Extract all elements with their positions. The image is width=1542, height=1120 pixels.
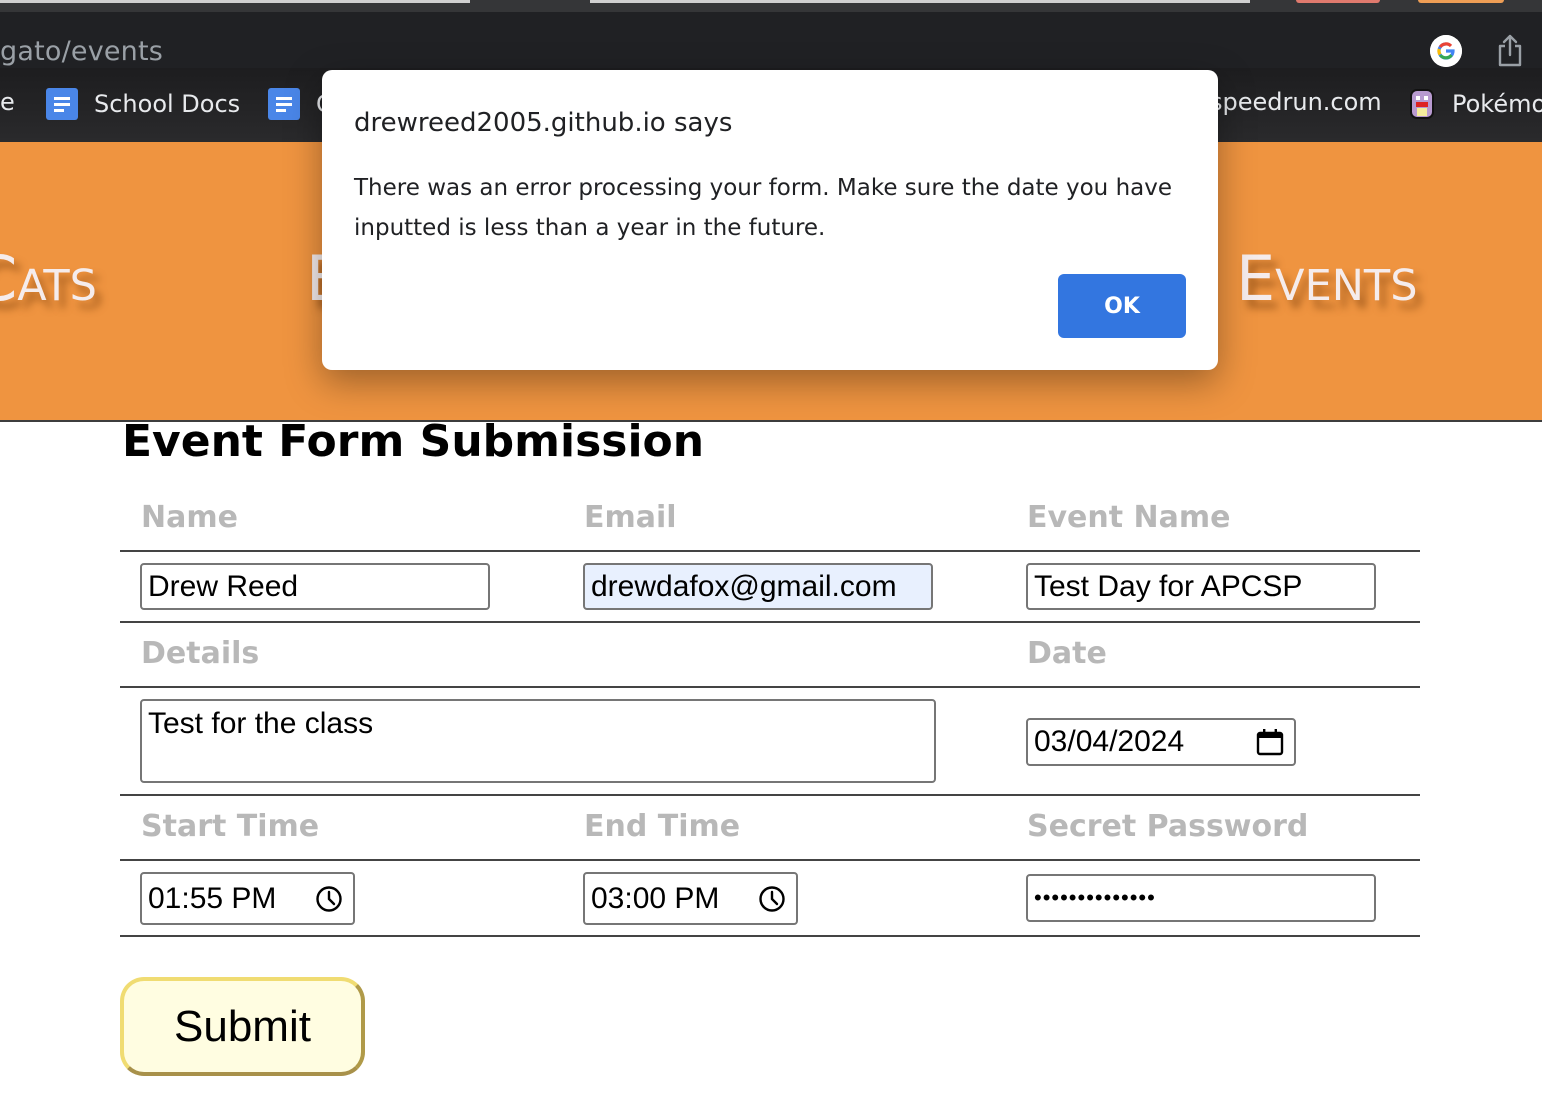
page-title: Event Form Submission	[122, 416, 705, 467]
start-time-label: Start Time	[141, 809, 320, 844]
bookmark-label: School Docs	[94, 90, 241, 118]
row-divider	[120, 859, 1420, 861]
nav-link-events[interactable]: Events	[1236, 242, 1418, 315]
bookmark-label: speedrun.com	[1210, 88, 1382, 116]
tab-edge	[590, 0, 1250, 3]
bookmark-label: Pokémo	[1452, 90, 1542, 118]
row-divider	[120, 686, 1420, 688]
event-name-label: Event Name	[1027, 500, 1231, 535]
submit-button[interactable]: Submit	[120, 977, 365, 1076]
bookmark-school-docs[interactable]: School Docs	[46, 88, 240, 120]
secret-password-value: ••••••••••••••	[1034, 885, 1156, 910]
end-time-value: 03:00 PM	[591, 881, 720, 915]
bookmark-pokemon[interactable]: Pokémo	[1408, 88, 1542, 120]
nav-link-cats[interactable]: Cats	[0, 242, 97, 315]
details-label: Details	[141, 636, 260, 671]
details-textarea[interactable]: Test for the class	[140, 699, 936, 783]
name-label: Name	[141, 500, 238, 535]
email-value: drewdafox@gmail.com	[591, 569, 897, 603]
alert-title: drewreed2005.github.io says	[354, 108, 733, 138]
clock-icon[interactable]	[758, 885, 786, 913]
pokemon-sprite-icon	[1408, 88, 1436, 120]
date-label: Date	[1027, 636, 1107, 671]
bookmark-label: e	[0, 88, 15, 116]
url-text[interactable]: gato/events	[0, 36, 163, 67]
name-input[interactable]: Drew Reed	[140, 563, 490, 610]
alert-message: There was an error processing your form.…	[354, 175, 1173, 241]
end-time-input[interactable]: 03:00 PM	[583, 872, 798, 925]
calendar-icon[interactable]	[1256, 728, 1284, 756]
ok-button[interactable]: OK	[1058, 274, 1186, 338]
details-value: Test for the class	[148, 707, 374, 740]
clock-icon[interactable]	[315, 885, 343, 913]
secret-password-label: Secret Password	[1027, 809, 1309, 844]
event-name-input[interactable]: Test Day for APCSP	[1026, 563, 1376, 610]
google-docs-icon	[268, 88, 300, 120]
google-docs-icon	[46, 88, 78, 120]
name-value: Drew Reed	[148, 569, 299, 603]
tab-edge	[0, 0, 470, 3]
row-divider	[120, 935, 1420, 937]
share-icon[interactable]	[1496, 34, 1524, 68]
browser-tab-strip	[0, 0, 1542, 12]
bookmark-item[interactable]: e	[0, 88, 15, 116]
date-input[interactable]: 03/04/2024	[1026, 718, 1296, 766]
end-time-label: End Time	[584, 809, 741, 844]
bookmark-speedrun[interactable]: speedrun.com	[1210, 88, 1382, 116]
tab-indicator	[1418, 0, 1504, 3]
event-name-value: Test Day for APCSP	[1034, 569, 1303, 603]
email-input[interactable]: drewdafox@gmail.com	[583, 563, 933, 610]
start-time-value: 01:55 PM	[148, 881, 277, 915]
start-time-input[interactable]: 01:55 PM	[140, 872, 355, 925]
tab-indicator	[1296, 0, 1380, 3]
row-divider	[120, 621, 1420, 623]
address-bar[interactable]: gato/events	[0, 12, 1542, 68]
row-divider	[120, 794, 1420, 796]
row-divider	[120, 550, 1420, 552]
secret-password-input[interactable]: ••••••••••••••	[1026, 874, 1376, 922]
alert-dialog: drewreed2005.github.io says There was an…	[322, 70, 1218, 370]
email-label: Email	[584, 500, 677, 535]
date-value: 03/04/2024	[1034, 725, 1185, 758]
google-icon[interactable]	[1430, 35, 1462, 67]
